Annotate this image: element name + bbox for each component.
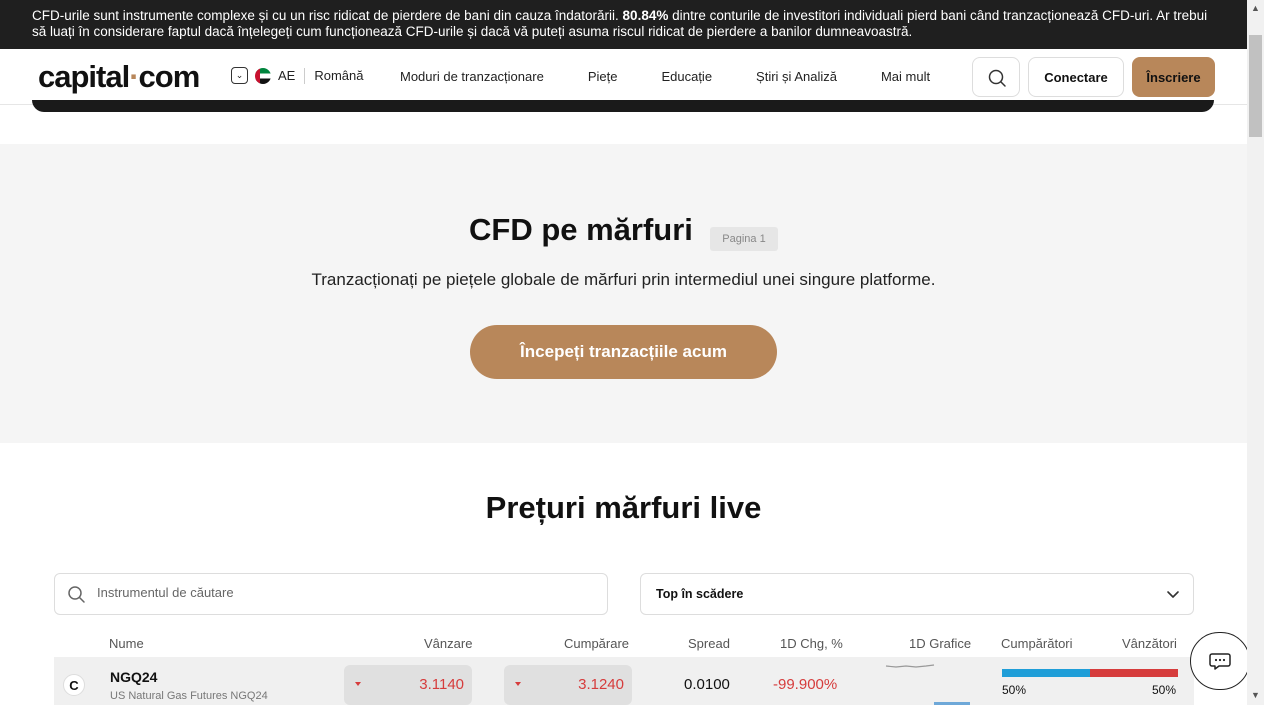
sell-price: 3.1140 [419, 676, 464, 693]
chevron-down-icon [1167, 591, 1179, 598]
scroll-down-icon[interactable]: ▼ [1251, 690, 1260, 700]
main-nav: Moduri de tranzacționare Piețe Educație … [400, 69, 974, 84]
sellers-bar [1090, 669, 1178, 677]
hero-subtitle: Tranzacționați pe piețele globale de măr… [311, 270, 936, 289]
logo-dot: · [129, 59, 139, 94]
instrument-search-input[interactable] [97, 585, 577, 600]
asset-name: US Natural Gas Futures NGQ24 [110, 690, 268, 702]
buyers-bar [1002, 669, 1090, 677]
column-header-buy[interactable]: Cumpărare [564, 636, 629, 651]
chevron-down-icon: ⌄ [231, 67, 248, 84]
column-header-chart: 1D Grafice [909, 636, 972, 651]
header-search-button[interactable] [972, 57, 1020, 97]
table-row[interactable]: C NGQ24 US Natural Gas Futures NGQ24 3.1… [54, 657, 1194, 705]
nav-item-trading-modes[interactable]: Moduri de tranzacționare [400, 69, 544, 84]
region-code: AE [278, 68, 296, 83]
logo-tld: com [138, 59, 201, 94]
column-header-sell[interactable]: Vânzare [424, 636, 472, 651]
spread-value: 0.0100 [684, 676, 730, 693]
chat-button[interactable] [1190, 632, 1250, 690]
column-header-spread[interactable]: Spread [688, 636, 730, 651]
buy-price-button[interactable]: 3.1240 [504, 665, 632, 705]
start-trading-button[interactable]: Începeți tranzacțiile acum [470, 325, 777, 379]
ae-flag-icon [255, 67, 271, 84]
change-value: -99.900% [773, 676, 838, 693]
capital-com-logo[interactable]: capital·com [38, 59, 201, 95]
chat-icon [1209, 653, 1231, 670]
search-icon [68, 586, 85, 603]
nav-item-news-analysis[interactable]: Știri și Analiză [756, 69, 837, 84]
buyers-percent: 50% [1002, 683, 1027, 697]
scroll-up-icon[interactable]: ▲ [1251, 3, 1260, 13]
sell-price-button[interactable]: 3.1140 [344, 665, 472, 705]
region-language-selector[interactable]: ⌄ AE Română [231, 67, 363, 84]
risk-warning-percent: 80.84% [622, 8, 669, 23]
column-header-change[interactable]: 1D Chg, % [780, 636, 843, 651]
risk-warning-banner: CFD-urile sunt instrumente complexe și c… [0, 0, 1247, 49]
signup-button[interactable]: Înscriere [1132, 57, 1215, 97]
risk-warning-text-before: CFD-urile sunt instrumente complexe și c… [32, 8, 619, 23]
asset-symbol[interactable]: NGQ24 [110, 669, 157, 685]
site-header: capital·com ⌄ AE Română Moduri de tranza… [0, 49, 1247, 105]
sort-dropdown[interactable]: Top în scădere [640, 573, 1194, 615]
scrollbar-thumb[interactable] [1249, 35, 1262, 137]
down-arrow-icon [355, 682, 361, 686]
column-header-sellers: Vânzători [1122, 636, 1177, 651]
nav-item-markets[interactable]: Piețe [588, 69, 618, 84]
column-header-name[interactable]: Nume [109, 636, 144, 651]
logo-main: capital [38, 59, 130, 94]
buy-price: 3.1240 [578, 676, 624, 693]
sparkline-chart [885, 664, 970, 705]
page-title: CFD pe mărfuri [469, 212, 693, 247]
dark-promo-strip [32, 100, 1214, 112]
login-button[interactable]: Conectare [1028, 57, 1124, 97]
hero-section: CFD pe mărfuri Pagina 1 Tranzacționați p… [0, 144, 1247, 443]
region-divider [304, 67, 306, 84]
page-badge: Pagina 1 [710, 227, 778, 251]
nav-item-education[interactable]: Educație [661, 69, 712, 84]
down-arrow-icon [515, 682, 521, 686]
column-header-buyers: Cumpărători [1001, 636, 1073, 651]
nav-item-more[interactable]: Mai mult [881, 69, 930, 84]
instrument-search [54, 573, 608, 615]
sort-value: Top în scădere [656, 587, 744, 601]
search-icon [988, 69, 1006, 87]
language-label: Română [314, 68, 364, 83]
sentiment-bar [1002, 669, 1178, 677]
sellers-percent: 50% [1152, 683, 1177, 697]
live-prices-title: Prețuri mărfuri live [485, 490, 762, 525]
asset-icon: C [63, 674, 85, 696]
